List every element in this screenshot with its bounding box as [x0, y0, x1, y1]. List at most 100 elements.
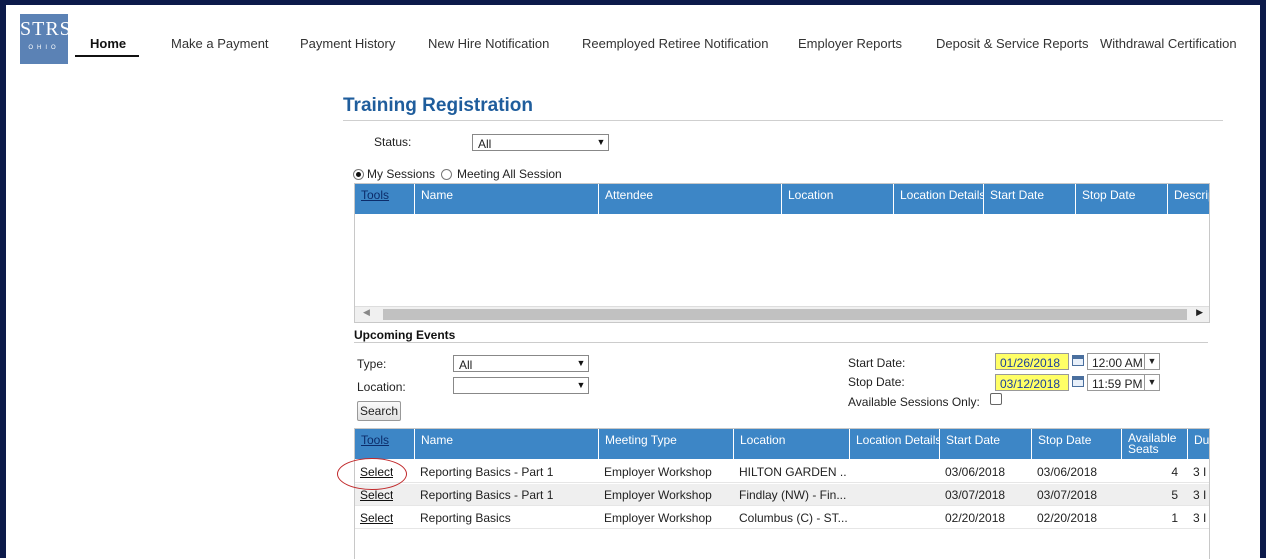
- table-row[interactable]: Select Reporting Basics - Part 1 Employe…: [355, 461, 1209, 483]
- active-nav-underline: [75, 55, 139, 57]
- location-select[interactable]: ▼: [453, 377, 589, 394]
- col-name[interactable]: Name: [414, 429, 598, 459]
- col-location-details[interactable]: Location Details: [893, 184, 983, 214]
- col-stop-date[interactable]: Stop Date: [1075, 184, 1167, 214]
- col-description[interactable]: Descrip: [1167, 184, 1209, 214]
- nav-withdrawal-certification[interactable]: Withdrawal Certification: [1100, 36, 1237, 51]
- event-location: HILTON GARDEN ...: [739, 465, 847, 479]
- start-time-select[interactable]: 12:00 AM ▼: [1087, 353, 1160, 370]
- event-type: Employer Workshop: [604, 511, 712, 525]
- upcoming-events-title: Upcoming Events: [354, 328, 456, 342]
- event-duration: 3 I: [1193, 511, 1207, 525]
- nav-payment-history[interactable]: Payment History: [300, 36, 395, 51]
- logo-subtext: OHIO: [28, 45, 60, 51]
- table-row[interactable]: Select Reporting Basics - Part 1 Employe…: [355, 484, 1209, 506]
- chevron-down-icon: ▼: [1144, 375, 1159, 390]
- chevron-down-icon: ▼: [1144, 354, 1159, 369]
- col-available-seats[interactable]: Available Seats: [1121, 429, 1187, 459]
- radio-meeting-all-session-label: Meeting All Session: [457, 167, 562, 181]
- nav-make-a-payment[interactable]: Make a Payment: [171, 36, 269, 51]
- event-stop-date: 03/07/2018: [1037, 488, 1098, 502]
- select-link[interactable]: Select: [360, 511, 393, 525]
- upcoming-events-divider: [354, 342, 1208, 343]
- horizontal-scrollbar[interactable]: ◀ ▶: [355, 306, 1209, 322]
- start-date-label: Start Date:: [848, 356, 906, 370]
- available-sessions-label: Available Sessions Only:: [848, 395, 980, 409]
- location-label: Location:: [357, 380, 406, 394]
- chevron-down-icon: ▼: [576, 380, 586, 390]
- start-time-value: 12:00 AM: [1092, 356, 1143, 370]
- col-location[interactable]: Location: [781, 184, 893, 214]
- stop-date-label: Stop Date:: [848, 375, 905, 389]
- col-duration[interactable]: Du: [1187, 429, 1209, 459]
- strs-logo[interactable]: STRS OHIO: [20, 14, 72, 64]
- select-link[interactable]: Select: [360, 488, 393, 502]
- scroll-right-arrow-icon[interactable]: ▶: [1196, 307, 1203, 318]
- type-label: Type:: [357, 357, 387, 371]
- calendar-icon[interactable]: [1072, 355, 1084, 366]
- status-select[interactable]: All ▼: [472, 134, 609, 151]
- annotation-circle: [337, 458, 407, 490]
- event-stop-date: 02/20/2018: [1037, 511, 1098, 525]
- table-row[interactable]: Select Reporting Basics Employer Worksho…: [355, 507, 1209, 529]
- chevron-down-icon: ▼: [596, 137, 606, 147]
- col-tools[interactable]: Tools: [355, 429, 414, 459]
- nav-deposit-service-reports[interactable]: Deposit & Service Reports: [936, 36, 1088, 51]
- col-meeting-type[interactable]: Meeting Type: [598, 429, 733, 459]
- logo-text: STRS: [20, 18, 72, 40]
- events-grid-header: Tools Name Meeting Type Location Locatio…: [355, 429, 1209, 459]
- event-available-seats: 1: [1171, 511, 1178, 525]
- status-select-value: All: [478, 137, 492, 151]
- upcoming-events-grid: Tools Name Meeting Type Location Locatio…: [354, 428, 1210, 559]
- event-available-seats: 5: [1171, 488, 1178, 502]
- event-name: Reporting Basics: [420, 511, 511, 525]
- event-location: Findlay (NW) - Fin...: [739, 488, 847, 502]
- stop-time-value: 11:59 PM: [1092, 377, 1143, 391]
- page-title: Training Registration: [343, 95, 534, 116]
- window-frame-left: [0, 0, 6, 558]
- scrollbar-thumb[interactable]: [383, 309, 1187, 320]
- event-start-date: 03/07/2018: [945, 488, 1006, 502]
- search-button[interactable]: Search: [357, 401, 401, 421]
- type-select[interactable]: All ▼: [453, 355, 589, 372]
- col-start-date[interactable]: Start Date: [983, 184, 1075, 214]
- my-sessions-grid-header: Tools Name Attendee Location Location De…: [355, 184, 1209, 214]
- event-type: Employer Workshop: [604, 488, 712, 502]
- col-name[interactable]: Name: [414, 184, 598, 214]
- available-sessions-checkbox[interactable]: [990, 393, 1002, 405]
- event-stop-date: 03/06/2018: [1037, 465, 1098, 479]
- col-location[interactable]: Location: [733, 429, 849, 459]
- window-frame-top: [0, 0, 1266, 5]
- col-location-details[interactable]: Location Details: [849, 429, 939, 459]
- event-name: Reporting Basics - Part 1: [420, 488, 554, 502]
- start-date-input[interactable]: 01/26/2018: [995, 353, 1069, 370]
- nav-new-hire-notification[interactable]: New Hire Notification: [428, 36, 549, 51]
- stop-date-input[interactable]: 03/12/2018: [995, 374, 1069, 391]
- chevron-down-icon: ▼: [576, 358, 586, 368]
- my-sessions-grid: Tools Name Attendee Location Location De…: [354, 183, 1210, 323]
- event-type: Employer Workshop: [604, 465, 712, 479]
- event-location: Columbus (C) - ST...: [739, 511, 847, 525]
- nav-employer-reports[interactable]: Employer Reports: [798, 36, 902, 51]
- col-attendee[interactable]: Attendee: [598, 184, 781, 214]
- event-name: Reporting Basics - Part 1: [420, 465, 554, 479]
- type-select-value: All: [459, 358, 473, 372]
- event-start-date: 02/20/2018: [945, 511, 1006, 525]
- event-duration: 3 I: [1193, 465, 1207, 479]
- title-divider: [343, 120, 1223, 121]
- col-tools[interactable]: Tools: [355, 184, 414, 214]
- event-start-date: 03/06/2018: [945, 465, 1006, 479]
- event-duration: 3 I: [1193, 488, 1207, 502]
- radio-meeting-all-session[interactable]: [441, 169, 452, 180]
- stop-time-select[interactable]: 11:59 PM ▼: [1087, 374, 1160, 391]
- nav-reemployed-retiree-notification[interactable]: Reemployed Retiree Notification: [582, 36, 768, 51]
- radio-my-sessions[interactable]: [353, 169, 364, 180]
- radio-my-sessions-label: My Sessions: [367, 167, 436, 181]
- scroll-left-arrow-icon[interactable]: ◀: [363, 307, 370, 318]
- window-frame-right: [1260, 0, 1266, 558]
- col-stop-date[interactable]: Stop Date: [1031, 429, 1121, 459]
- status-label: Status:: [374, 135, 412, 149]
- calendar-icon[interactable]: [1072, 376, 1084, 387]
- col-start-date[interactable]: Start Date: [939, 429, 1031, 459]
- nav-home[interactable]: Home: [90, 36, 126, 51]
